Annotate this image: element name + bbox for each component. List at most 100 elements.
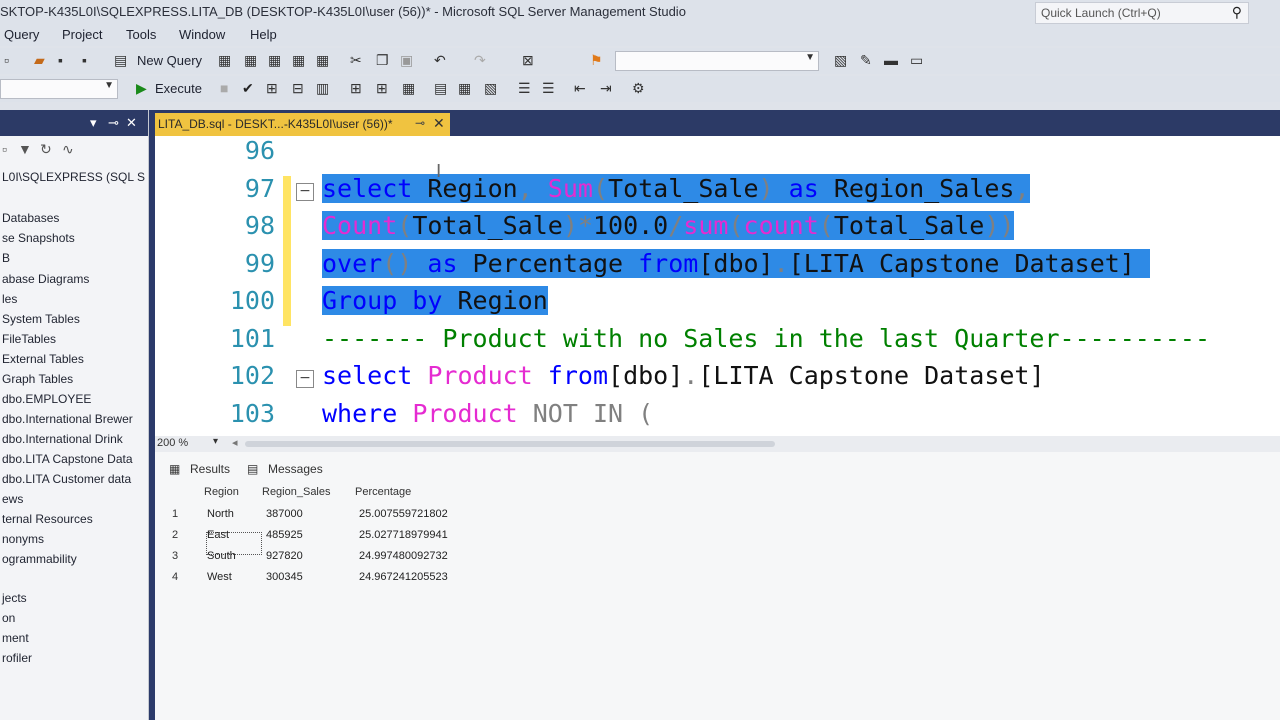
save-all-icon[interactable]: ▪: [82, 52, 87, 68]
disconnect-icon[interactable]: ▫: [2, 141, 7, 157]
activity-icon[interactable]: ∿: [62, 141, 74, 158]
table-cell[interactable]: 24.997480092732: [359, 550, 448, 562]
save-icon[interactable]: ▪: [58, 52, 63, 68]
zoom-level[interactable]: 200 %: [157, 437, 188, 449]
scroll-left-icon[interactable]: ◂: [232, 436, 238, 449]
table-cell[interactable]: 24.967241205523: [359, 571, 448, 583]
close-icon[interactable]: ✕: [126, 115, 137, 131]
query-type-icon[interactable]: ▦: [218, 52, 231, 69]
tree-item[interactable]: dbo.LITA Customer data: [2, 472, 131, 486]
menu-project[interactable]: Project: [62, 27, 102, 42]
window-icon[interactable]: ▭: [910, 52, 923, 69]
code-line[interactable]: 102 − select Product from[dbo].[LITA Capst…: [155, 361, 1280, 398]
table-cell[interactable]: East: [207, 529, 229, 541]
table-cell[interactable]: West: [207, 571, 232, 583]
copy-icon[interactable]: ❐: [376, 52, 389, 69]
tree-item[interactable]: nonyms: [2, 532, 44, 546]
row-number[interactable]: 3: [172, 550, 178, 562]
tree-item[interactable]: dbo.LITA Capstone Data: [2, 452, 133, 466]
tree-item[interactable]: se Snapshots: [2, 231, 75, 245]
tree-item[interactable]: Graph Tables: [2, 372, 73, 386]
table-cell[interactable]: 300345: [266, 571, 303, 583]
results-text-icon[interactable]: ▤: [434, 80, 447, 97]
find-icon[interactable]: ⚑: [590, 52, 603, 69]
code-line[interactable]: 101 ------- Product with no Sales in the …: [155, 324, 1280, 361]
row-number[interactable]: 1: [172, 508, 178, 520]
pin-icon[interactable]: ⊸: [415, 116, 425, 130]
wrench-icon[interactable]: ✎: [860, 52, 872, 69]
query-type-icon[interactable]: ▦: [292, 52, 305, 69]
execute-button[interactable]: Execute: [155, 81, 202, 96]
results-file-icon[interactable]: ▧: [484, 80, 497, 97]
row-number[interactable]: 2: [172, 529, 178, 541]
tree-item[interactable]: System Tables: [2, 312, 80, 326]
column-header[interactable]: Region: [204, 486, 239, 498]
query-type-icon[interactable]: ▦: [268, 52, 281, 69]
query-type-icon[interactable]: ▦: [316, 52, 329, 69]
properties-icon[interactable]: ▧: [834, 52, 847, 69]
filter-icon[interactable]: ▼: [18, 141, 32, 157]
chevron-down-icon[interactable]: ▾: [90, 115, 97, 131]
results-grid-icon[interactable]: ▥: [316, 80, 329, 97]
tree-item[interactable]: FileTables: [2, 332, 56, 346]
table-cell[interactable]: South: [207, 550, 236, 562]
database-select[interactable]: ▼: [0, 79, 118, 99]
code-line[interactable]: 96: [155, 136, 1280, 173]
table-cell[interactable]: 485925: [266, 529, 303, 541]
toggle-icon[interactable]: ⊞: [376, 80, 388, 97]
chevron-down-icon[interactable]: ▼: [805, 52, 815, 63]
new-query-button[interactable]: New Query: [137, 53, 202, 68]
menu-query[interactable]: Query: [4, 27, 39, 42]
row-number[interactable]: 4: [172, 571, 178, 583]
toolbox-icon[interactable]: ▬: [884, 52, 898, 68]
table-cell[interactable]: North: [207, 508, 234, 520]
search-icon[interactable]: ⚲: [1232, 4, 1242, 21]
tree-item[interactable]: ogrammability: [2, 552, 77, 566]
cut-icon[interactable]: ✂: [350, 52, 362, 69]
code-line[interactable]: 98 Count(Total_Sale)*100.0/sum(count(Tota…: [155, 211, 1280, 248]
tree-item[interactable]: ews: [2, 492, 23, 506]
parse-icon[interactable]: ✔: [242, 80, 254, 97]
chevron-down-icon[interactable]: ▾: [213, 436, 218, 447]
plan-icon[interactable]: ⊞: [266, 80, 278, 97]
code-line[interactable]: 99 over() as Percentage from[dbo].[LITA C…: [155, 248, 1280, 286]
refresh-icon[interactable]: ↻: [40, 141, 52, 158]
code-line[interactable]: 100 Group by Region: [155, 286, 1280, 323]
column-header[interactable]: Region_Sales: [262, 486, 331, 498]
tree-item[interactable]: ment: [2, 631, 29, 645]
indent-icon[interactable]: ⇥: [600, 80, 612, 97]
results-grid-icon[interactable]: ▦: [458, 80, 471, 97]
menu-help[interactable]: Help: [250, 27, 277, 42]
tree-server-node[interactable]: L0I\SQLEXPRESS (SQL S: [2, 170, 145, 184]
column-header[interactable]: Percentage: [355, 486, 411, 498]
tree-item[interactable]: jects: [2, 591, 27, 605]
solution-explorer-icon[interactable]: ⊠: [522, 52, 534, 69]
new-query-icon[interactable]: ▤: [114, 52, 127, 69]
tree-item[interactable]: dbo.International Brewer: [2, 412, 133, 426]
horizontal-scrollbar[interactable]: [245, 441, 775, 447]
comment-icon[interactable]: ☰: [518, 80, 531, 97]
find-combo[interactable]: ▼: [615, 51, 819, 71]
execute-icon[interactable]: ▶: [136, 80, 147, 97]
specify-values-icon[interactable]: ⚙: [632, 80, 645, 97]
undo-icon[interactable]: ↶: [434, 52, 446, 69]
close-icon[interactable]: ✕: [433, 115, 445, 132]
tab-messages[interactable]: Messages: [268, 462, 323, 476]
query-editor[interactable]: 96 97− select Region, Sum(Total_Sale) as R…: [155, 136, 1280, 436]
toggle-icon[interactable]: ⊞: [350, 80, 362, 97]
table-cell[interactable]: 387000: [266, 508, 303, 520]
tree-item[interactable]: Databases: [2, 211, 59, 225]
pin-icon[interactable]: ⊸: [108, 115, 119, 131]
tab-lita-db-sql[interactable]: LITA_DB.sql - DESKT...-K435L0I\user (56)…: [155, 113, 450, 136]
paste-icon[interactable]: ▣: [400, 52, 413, 69]
code-line[interactable]: 97 − select Region, Sum(Total_Sale) as Reg…: [155, 173, 1280, 211]
navigate-icon[interactable]: ▫: [4, 52, 9, 68]
collapse-icon[interactable]: −: [296, 182, 314, 201]
tree-item[interactable]: abase Diagrams: [2, 272, 89, 286]
menu-tools[interactable]: Tools: [126, 27, 156, 42]
open-file-icon[interactable]: ▰: [34, 52, 45, 69]
tab-results[interactable]: Results: [190, 462, 230, 476]
tree-item[interactable]: on: [2, 611, 15, 625]
redo-icon[interactable]: ↷: [474, 52, 486, 69]
outdent-icon[interactable]: ⇤: [574, 80, 586, 97]
